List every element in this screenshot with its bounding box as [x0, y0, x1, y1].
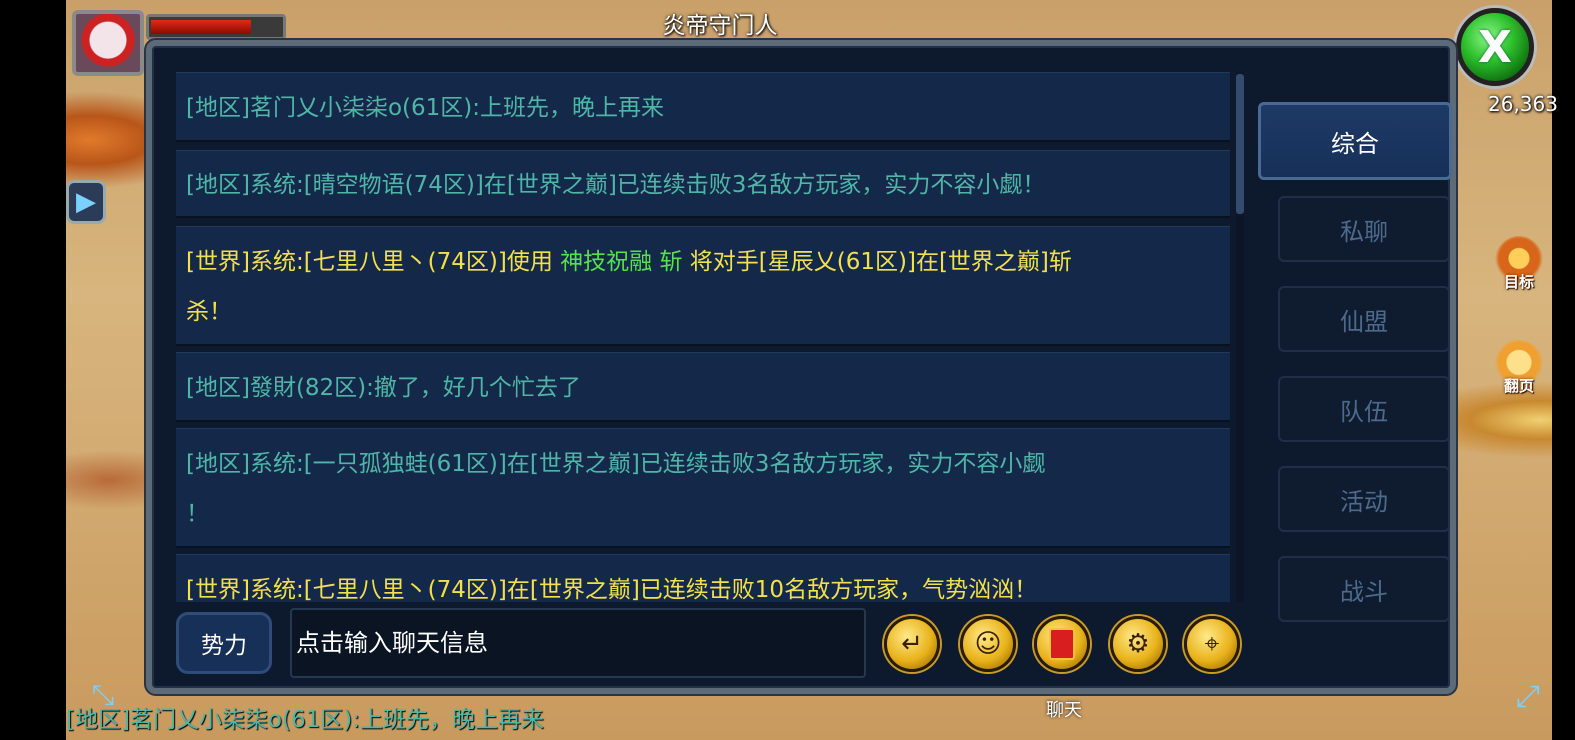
close-button[interactable]: X — [1456, 8, 1534, 86]
target-icon[interactable]: 目标 — [1494, 236, 1544, 292]
expand-icon[interactable]: ⤢ — [1508, 676, 1548, 716]
message-text: 杀！ — [186, 299, 232, 325]
player-avatar[interactable] — [72, 10, 144, 76]
chat-message: [地区]系统:[晴空物语(74区)]在[世界之巅]已连续击败3名敌方玩家，实力不… — [176, 150, 1230, 218]
message-text: ！ — [186, 501, 209, 527]
gear-icon[interactable]: ⚙ — [1110, 616, 1166, 672]
skill-name: 神技祝融 斩 — [560, 249, 683, 275]
message-text: [地区]茗门乂小柒柒o(61区):上班先，晚上再来 — [186, 95, 664, 121]
power-value: 26,363 — [1488, 92, 1558, 116]
tab-private[interactable]: 私聊 — [1278, 196, 1450, 262]
message-scrollbar[interactable] — [1236, 72, 1244, 602]
hp-bar-fill — [151, 20, 251, 34]
hp-bar — [146, 14, 286, 40]
tab-battle[interactable]: 战斗 — [1278, 556, 1450, 622]
message-text: 将对手[星辰乂(61区)]在[世界之巅]斩 — [689, 249, 1072, 275]
tab-activity[interactable]: 活动 — [1278, 466, 1450, 532]
scrollbar-thumb[interactable] — [1236, 74, 1244, 214]
red-packet-icon[interactable] — [1034, 616, 1090, 672]
location-icon[interactable]: ⌖ — [1184, 616, 1240, 672]
chat-message: [地区]茗门乂小柒柒o(61区):上班先，晚上再来 — [176, 72, 1230, 142]
message-list[interactable]: [地区]茗门乂小柒柒o(61区):上班先，晚上再来 [地区]系统:[晴空物语(7… — [176, 72, 1230, 602]
message-text: [地区]系统:[一只孤独蛙(61区)]在[世界之巅]已连续击败3名敌方玩家，实力… — [186, 451, 1046, 477]
message-text: [地区]發財(82区):撤了，好几个忙去了 — [186, 375, 581, 401]
latest-message-preview[interactable]: [地区]茗门乂小柒柒o(61区):上班先，晚上再来 — [66, 700, 544, 734]
faction-button[interactable]: 势力 — [176, 612, 272, 674]
chat-label[interactable]: 聊天 — [1046, 696, 1082, 722]
tab-general[interactable]: 综合 — [1258, 102, 1452, 180]
chat-message: [世界]系统:[七里八里丶(74区)]使用 神技祝融 斩 将对手[星辰乂(61区… — [176, 226, 1230, 346]
emoji-icon[interactable]: ☺ — [960, 616, 1016, 672]
expand-arrow-icon[interactable]: ▶ — [66, 180, 106, 224]
chat-message: [世界]系统:[七里八里丶(74区)]在[世界之巅]已连续击败10名敌方玩家，气… — [176, 554, 1230, 602]
message-text: [世界]系统:[七里八里丶(74区)]使用 — [186, 249, 553, 275]
message-text: [世界]系统:[七里八里丶(74区)]在[世界之巅]已连续击败10名敌方玩家，气… — [186, 577, 1038, 602]
left-letterbox — [0, 0, 66, 740]
message-text: [地区]系统:[晴空物语(74区)]在[世界之巅]已连续击败3名敌方玩家，实力不… — [186, 172, 1046, 198]
npc-title: 炎帝守门人 — [662, 13, 778, 39]
tab-team[interactable]: 队伍 — [1278, 376, 1450, 442]
chat-message: [地区]系统:[一只孤独蛙(61区)]在[世界之巅]已连续击败3名敌方玩家，实力… — [176, 428, 1230, 548]
return-icon[interactable]: ↵ — [884, 616, 940, 672]
chat-message: [地区]發財(82区):撤了，好几个忙去了 — [176, 352, 1230, 422]
tab-guild[interactable]: 仙盟 — [1278, 286, 1450, 352]
chat-input[interactable]: 点击输入聊天信息 — [290, 608, 866, 678]
flip-page-icon[interactable]: 翻页 — [1494, 340, 1544, 396]
